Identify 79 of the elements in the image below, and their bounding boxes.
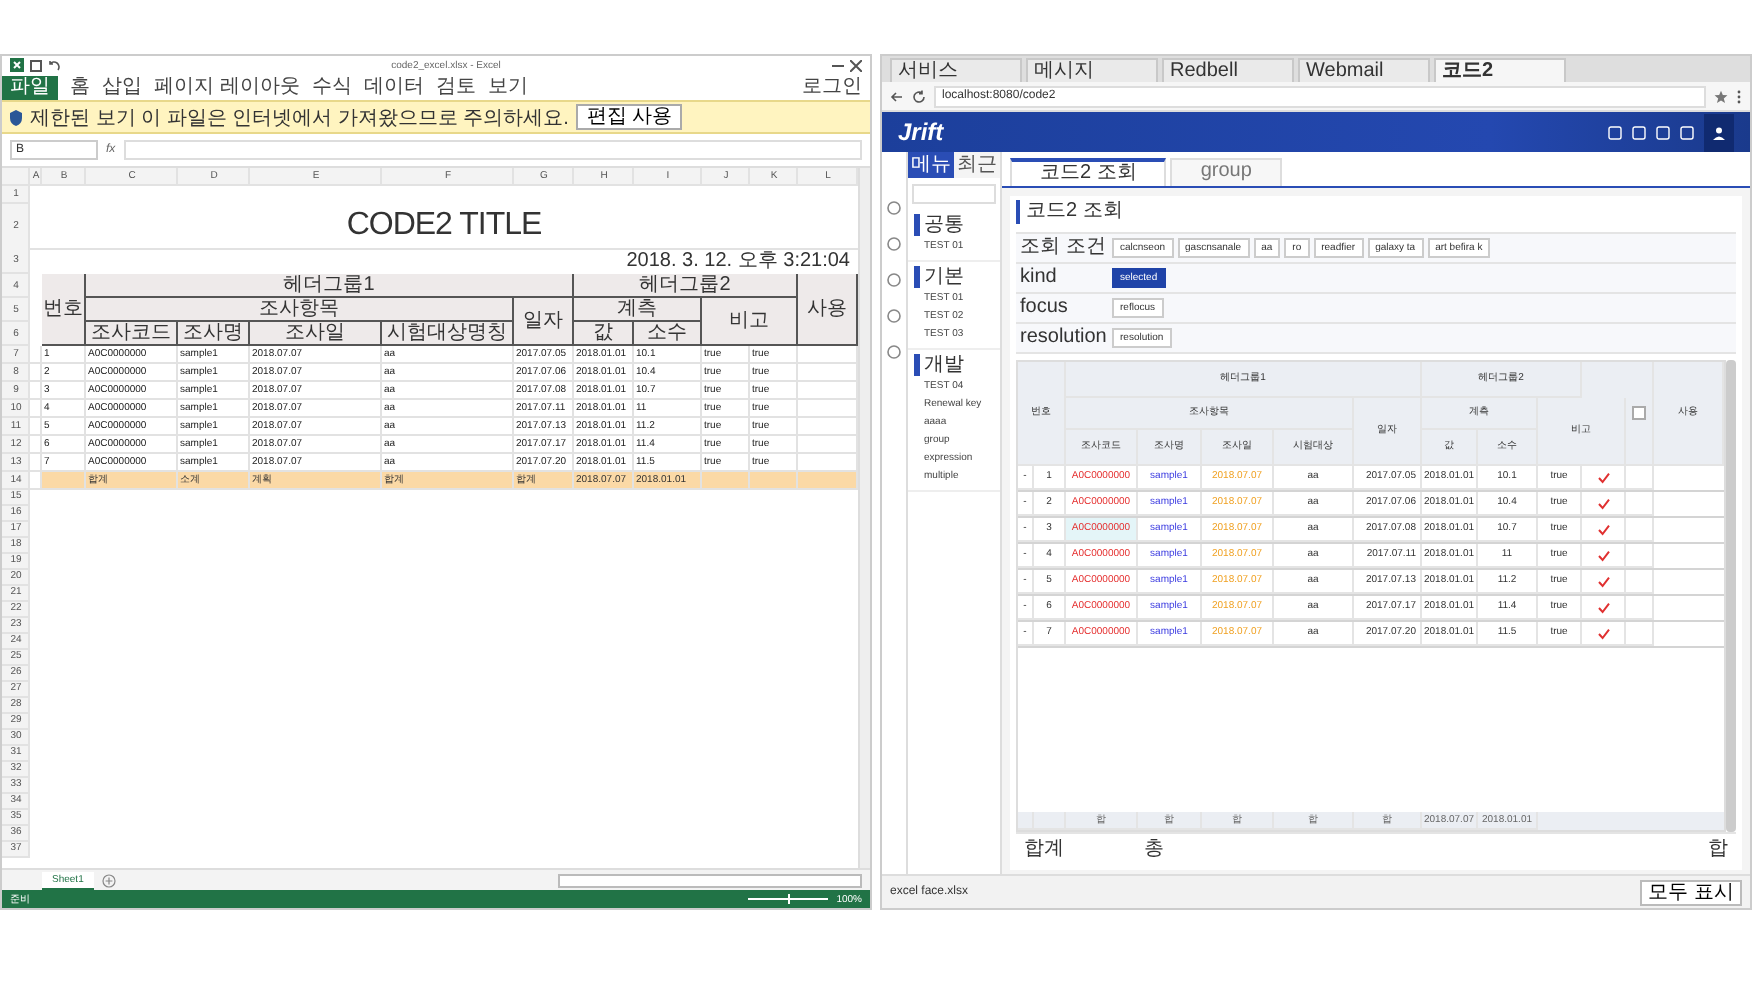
table-header: 사용 <box>798 274 858 346</box>
enable-editing-button[interactable]: 편집 사용 <box>576 104 683 130</box>
user-icon[interactable] <box>1712 125 1726 139</box>
ribbon-tab[interactable]: 데이터 <box>363 75 424 99</box>
show-all-button[interactable]: 모두 표시 <box>1640 879 1742 905</box>
add-sheet-icon[interactable] <box>101 873 116 887</box>
page-title: 코드2 조회 <box>1016 200 1123 224</box>
close-icon[interactable] <box>850 59 862 71</box>
browser-tab[interactable]: Webmail <box>1298 58 1430 82</box>
browser-tab[interactable]: 메시지 <box>1026 58 1158 82</box>
protected-view-message: 제한된 보기 이 파일은 인터넷에서 가져왔으므로 주의하세요. <box>30 105 569 131</box>
sheet-title: CODE2 TITLE <box>30 204 858 250</box>
filter-label: kind <box>1020 266 1059 290</box>
check-icon[interactable] <box>1597 627 1609 639</box>
menu-icon[interactable] <box>1736 89 1742 103</box>
page-tab[interactable]: group <box>1170 158 1282 186</box>
nav-icon[interactable] <box>886 200 902 216</box>
check-icon[interactable] <box>1597 601 1609 613</box>
select-all-checkbox[interactable] <box>1632 406 1646 420</box>
filter-label: 조회 조건 <box>1020 236 1108 260</box>
back-icon[interactable] <box>890 89 904 103</box>
table-header: 조사일 <box>250 322 382 346</box>
formula-field[interactable] <box>123 140 862 160</box>
vertical-scrollbar[interactable] <box>1726 360 1736 832</box>
table-header: 조사항목 <box>86 298 514 322</box>
table-header: 조사명 <box>178 322 250 346</box>
table-header: 일자 <box>514 298 574 346</box>
undo-icon[interactable] <box>48 59 60 71</box>
timestamp: 2018. 3. 12. 오후 3:21:04 <box>624 248 852 274</box>
table-header: 헤더그룹1 <box>86 274 574 298</box>
ribbon-tab[interactable]: 보기 <box>487 75 528 99</box>
check-icon[interactable] <box>1597 497 1609 509</box>
table-header: 값 <box>574 322 634 346</box>
table-header: 헤더그룹2 <box>574 274 798 298</box>
sidebar-tab[interactable]: 최근 <box>954 152 1000 178</box>
sign-in-link[interactable]: 로그인 <box>802 75 862 99</box>
ribbon-tab[interactable]: 검토 <box>435 75 476 99</box>
browser-tab[interactable]: 코드2 <box>1434 58 1566 82</box>
table-header: 조사코드 <box>86 322 178 346</box>
browser-tab[interactable]: 서비스 <box>890 58 1022 82</box>
check-icon[interactable] <box>1597 471 1609 483</box>
total-cell <box>702 472 750 490</box>
ribbon-tab[interactable]: 삽입 <box>102 75 142 99</box>
horizontal-scrollbar[interactable] <box>558 873 862 887</box>
ribbon-tab[interactable]: 페이지 레이아웃 <box>154 75 300 99</box>
vertical-scrollbar[interactable] <box>858 168 870 868</box>
check-icon[interactable] <box>1597 549 1609 561</box>
nav-icon[interactable] <box>886 236 902 252</box>
ribbon-tab[interactable]: 수식 <box>311 75 352 99</box>
ribbon-tab[interactable]: 파일 <box>2 75 58 99</box>
minimize-icon[interactable] <box>832 59 844 71</box>
shield-icon <box>10 109 22 125</box>
excel-logo-icon <box>10 58 24 72</box>
nav-icon[interactable] <box>886 272 902 288</box>
summary-sum: 합 <box>1708 838 1728 862</box>
check-icon[interactable] <box>1597 523 1609 535</box>
star-icon[interactable] <box>1714 89 1728 103</box>
browser-tab[interactable]: Redbell <box>1162 58 1294 82</box>
reload-icon[interactable] <box>912 89 926 103</box>
filter-label: focus <box>1020 296 1070 320</box>
nav-icon[interactable] <box>886 344 902 360</box>
check-icon[interactable] <box>1597 575 1609 587</box>
table-header: 비고 <box>702 298 798 346</box>
app-logo[interactable]: Jrift <box>898 118 944 146</box>
ribbon-tab[interactable]: 홈 <box>70 75 90 99</box>
total-cell <box>798 472 858 490</box>
table-header: 시험대상명칭 <box>382 322 514 346</box>
total-cell <box>750 472 798 490</box>
menu-search-field[interactable] <box>912 184 996 204</box>
sidebar-tab[interactable]: 메뉴 <box>908 152 954 178</box>
user-menu[interactable] <box>1704 113 1734 151</box>
page-tab[interactable]: 코드2 조회 <box>1010 158 1167 186</box>
filter-label: resolution <box>1020 326 1108 350</box>
table-header: 계측 <box>574 298 702 322</box>
summary-label: 합계 <box>1024 838 1064 862</box>
nav-icon[interactable] <box>886 308 902 324</box>
table-header: 번호 <box>42 274 86 346</box>
summary-count: 총 <box>1144 838 1164 862</box>
table-header: 소수 <box>634 322 702 346</box>
